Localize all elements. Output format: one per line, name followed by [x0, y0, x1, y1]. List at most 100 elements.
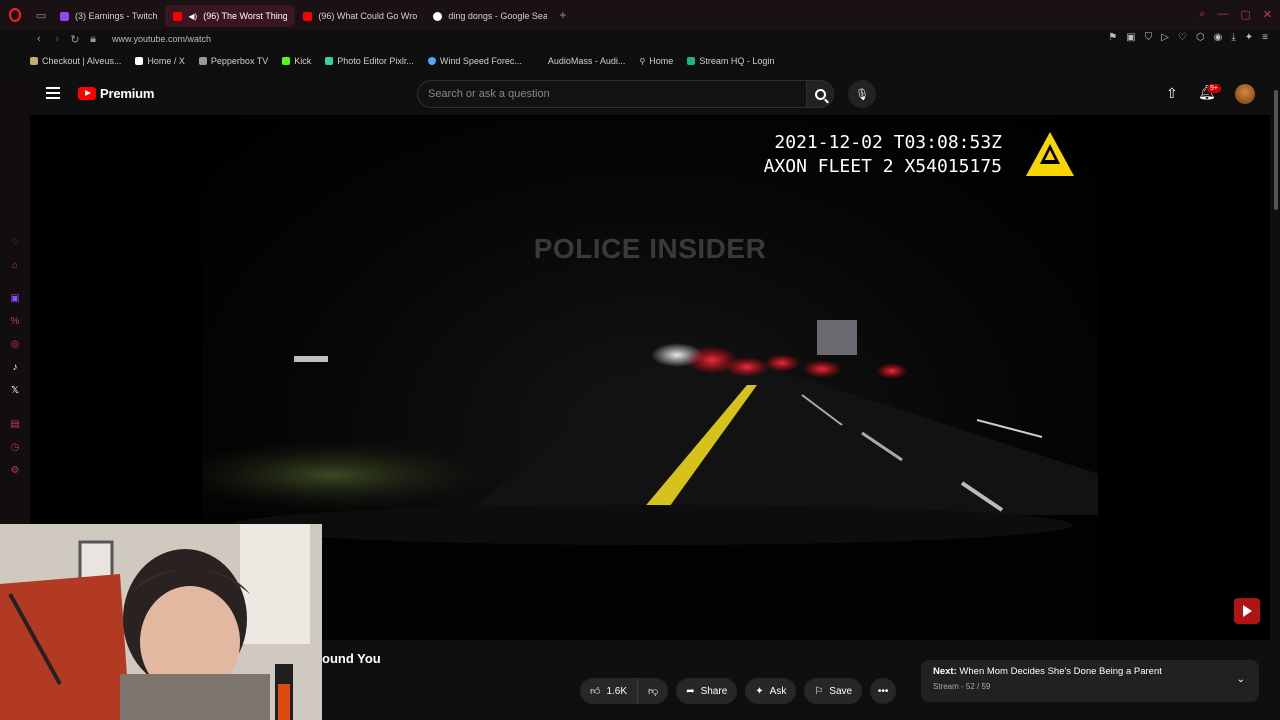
playlist-next-card[interactable]: Next: When Mom Decides She's Done Being …	[921, 660, 1259, 702]
window-controls: ⌕ — ▢ ✕	[1199, 8, 1272, 21]
close-icon[interactable]: ✕	[1263, 8, 1272, 21]
snapshot-icon[interactable]: ▣	[1126, 32, 1135, 43]
subscribe-watermark-icon[interactable]	[1234, 598, 1260, 624]
minimize-icon[interactable]: —	[1217, 8, 1228, 21]
channel-watermark: POLICE INSIDER	[533, 233, 767, 264]
google-favicon-icon	[433, 11, 443, 21]
settings-icon[interactable]: ⚙	[9, 465, 21, 477]
bookmark-item[interactable]: Home / X	[135, 56, 185, 66]
account-avatar[interactable]	[1235, 84, 1255, 104]
search-input[interactable]: Search or ask a question	[417, 80, 807, 108]
page-scrollbar[interactable]	[1274, 90, 1278, 210]
chevron-down-icon[interactable]: ⌄	[1237, 674, 1245, 685]
wallet-icon[interactable]: ◉	[1214, 32, 1223, 43]
dislike-button[interactable]: 👎︎	[638, 678, 669, 704]
audio-playing-icon[interactable]: ◀)	[188, 12, 197, 21]
bookmark-item[interactable]: Pepperbox TV	[198, 56, 269, 66]
workspaces-icon[interactable]: ▭	[30, 0, 52, 30]
browser-tab-youtube-active[interactable]: ◀) (96) The Worst Thing Y	[165, 5, 296, 27]
url-field[interactable]: www.youtube.com/watch	[112, 34, 211, 44]
bookmark-label: Home	[649, 56, 674, 66]
shield-icon[interactable]: ⛉	[1145, 32, 1153, 43]
maximize-icon[interactable]: ▢	[1240, 8, 1250, 21]
voice-search-button[interactable]: 🎙︎	[848, 80, 876, 108]
axon-logo-icon	[1026, 132, 1074, 176]
bookmark-item[interactable]: Wind Speed Forec...	[427, 56, 522, 66]
tab-label: (96) The Worst Thing Y	[203, 11, 288, 21]
instagram-icon[interactable]: ◎	[9, 339, 21, 351]
hamburger-menu-icon[interactable]	[46, 87, 60, 99]
bookmark-label: Home / X	[147, 56, 185, 66]
search-tabs-icon[interactable]: ⌕	[1199, 8, 1205, 21]
twitch-icon[interactable]: ▣	[9, 293, 21, 305]
playlist-position: Stream - 52 / 59	[933, 682, 991, 691]
browser-menu-icon[interactable]: ≡	[1262, 32, 1268, 43]
forward-icon[interactable]: ›	[48, 33, 66, 45]
pixlr-favicon-icon	[325, 57, 334, 65]
play-icon[interactable]: ▷	[1161, 32, 1169, 43]
percent-icon[interactable]: %	[9, 316, 21, 328]
dashcam-timestamp: 2021-12-02 T03:08:53Z AXON FLEET 2 X5401…	[764, 131, 1002, 179]
bookmark-label: Pepperbox TV	[210, 56, 269, 66]
premium-label: Premium	[100, 86, 155, 101]
bookmark-item[interactable]: ⚲ Home	[639, 56, 673, 66]
dashcam-video-frame: 2021-12-02 T03:08:53Z AXON FLEET 2 X5401…	[202, 115, 1098, 640]
youtube-header: Premium Search or ask a question 🎙︎ ⇧ 🔔︎…	[30, 75, 1280, 115]
history-icon[interactable]: ◷	[9, 442, 21, 454]
tab-label: (96) What Could Go Wrong	[318, 11, 418, 21]
download-icon[interactable]: ⤓	[1231, 32, 1235, 43]
tab-label: ding dongs - Google Search	[448, 11, 548, 21]
bookmark-label: Wind Speed Forec...	[439, 56, 522, 66]
pin-icon: ⚲	[639, 56, 646, 66]
bookmark-label: AudioMass - Audi...	[547, 56, 626, 66]
search-button[interactable]	[806, 80, 834, 108]
streamer-webcam-overlay	[0, 524, 322, 720]
ask-button[interactable]: ✦ Ask	[745, 678, 797, 704]
reload-icon[interactable]: ↻	[66, 33, 84, 46]
bookmark-item[interactable]: Stream HQ - Login	[687, 56, 774, 66]
address-bar: ‹ › ↻ 🔒︎ www.youtube.com/watch ⚑ ▣ ⛉ ▷ ♡…	[30, 30, 1280, 48]
extension-toolbar: ⚑ ▣ ⛉ ▷ ♡ ⬡ ◉ ⤓ ✦ ≡	[1108, 32, 1268, 43]
bookmark-label: Kick	[294, 56, 312, 66]
extensions-icon[interactable]: ⬡	[1196, 32, 1205, 43]
bookmark-item[interactable]: Checkout | Alveus...	[30, 56, 121, 66]
youtube-favicon-icon	[303, 11, 313, 21]
opera-logo-icon[interactable]	[0, 0, 30, 30]
upload-icon[interactable]: ⇧	[1166, 85, 1178, 102]
bookmark-save-icon: ⚐	[814, 685, 824, 697]
timestamp-line: 2021-12-02 T03:08:53Z	[774, 132, 1002, 153]
messenger-icon[interactable]: ⌂	[9, 260, 21, 272]
youtube-logo[interactable]: Premium	[78, 86, 154, 101]
x-icon[interactable]: 𝕏	[9, 385, 21, 397]
back-icon[interactable]: ‹	[30, 33, 48, 45]
tiktok-icon[interactable]: ♪	[9, 362, 21, 374]
heart-icon[interactable]: ♡	[1178, 32, 1187, 43]
like-button[interactable]: 👍︎ 1.6K	[580, 678, 639, 704]
search-icon	[814, 88, 826, 100]
browser-tab-twitch[interactable]: (3) Earnings - Twitch	[52, 5, 165, 27]
bookmark-item[interactable]: AudioMass - Audi...	[548, 56, 626, 66]
thumbs-down-icon: 👎︎	[648, 686, 659, 697]
share-button[interactable]: ➦ Share	[676, 678, 738, 704]
browser-tab-youtube[interactable]: (96) What Could Go Wrong	[295, 5, 425, 27]
browser-tab-strip: ▭ (3) Earnings - Twitch ◀) (96) The Wors…	[0, 0, 1280, 30]
sparkle-icon: ✦	[755, 685, 764, 697]
more-actions-button[interactable]: •••	[870, 678, 897, 704]
video-title: ound You	[322, 651, 381, 666]
bookmark-icon[interactable]: ⚑	[1108, 32, 1117, 43]
bookmarks-bar: Checkout | Alveus... Home / X Pepperbox …	[30, 53, 774, 69]
bookmark-item[interactable]: Photo Editor Pixlr...	[325, 56, 414, 66]
camera-id-line: AXON FLEET 2 X54015175	[763, 156, 1002, 177]
pinboard-icon[interactable]: ▤	[9, 419, 21, 431]
youtube-favicon-icon	[173, 11, 183, 21]
bookmark-item[interactable]: Kick	[282, 56, 311, 66]
ai-icon[interactable]: ✦	[1245, 32, 1253, 43]
browser-tab-google[interactable]: ding dongs - Google Search	[425, 5, 555, 27]
lock-icon: 🔒︎	[90, 32, 96, 45]
more-horizontal-icon: •••	[877, 685, 889, 697]
dashcam-road-scene	[202, 320, 1098, 640]
aria-icon[interactable]: ◌	[9, 236, 21, 248]
bookmark-label: Checkout | Alveus...	[42, 56, 122, 66]
save-button[interactable]: ⚐ Save	[804, 678, 863, 704]
new-tab-button[interactable]: +	[559, 8, 566, 22]
